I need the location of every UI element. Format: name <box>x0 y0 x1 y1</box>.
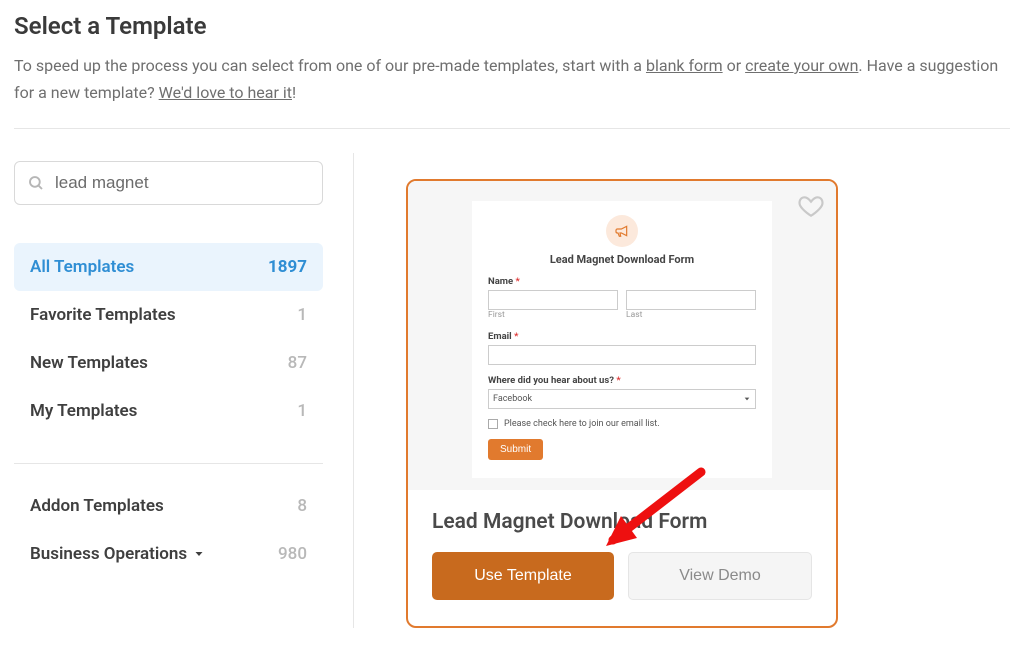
first-sublabel: First <box>488 310 618 320</box>
category-label: New Templates <box>30 353 148 373</box>
favorite-icon[interactable] <box>798 193 824 219</box>
megaphone-icon <box>606 215 638 247</box>
search-input[interactable] <box>55 173 310 193</box>
sidebar: All Templates 1897 Favorite Templates 1 … <box>14 153 354 628</box>
feedback-link[interactable]: We'd love to hear it <box>159 83 292 102</box>
preview-submit-button: Submit <box>488 439 543 460</box>
page-title: Select a Template <box>14 12 1010 40</box>
category-count: 1 <box>297 401 307 421</box>
category-all-templates[interactable]: All Templates 1897 <box>14 243 323 291</box>
intro-segment: ! <box>292 83 296 102</box>
intro-segment: To speed up the process you can select f… <box>14 56 646 75</box>
email-input <box>488 345 756 365</box>
card-body: Lead Magnet Download Form Use Template V… <box>408 490 836 626</box>
category-label: All Templates <box>30 257 134 277</box>
category-addon-templates[interactable]: Addon Templates 8 <box>14 482 323 530</box>
intro-segment: or <box>723 56 745 75</box>
category-count: 1897 <box>268 257 307 277</box>
search-field[interactable] <box>14 161 323 205</box>
chevron-down-icon <box>743 395 751 403</box>
last-name-input <box>626 290 756 310</box>
category-business-operations[interactable]: Business Operations 980 <box>14 530 323 578</box>
category-label: Business Operations <box>30 544 187 564</box>
checkbox-label: Please check here to join our email list… <box>504 419 660 429</box>
category-count: 1 <box>297 305 307 325</box>
category-favorite-templates[interactable]: Favorite Templates 1 <box>14 291 323 339</box>
preview-form-title: Lead Magnet Download Form <box>488 253 756 266</box>
more-categories: Addon Templates 8 Business Operations 98… <box>14 482 323 578</box>
form-preview: Lead Magnet Download Form Name * First L… <box>472 201 772 478</box>
select-value: Facebook <box>493 394 532 404</box>
divider <box>14 463 323 464</box>
intro-text: To speed up the process you can select f… <box>14 52 1010 106</box>
main-content: Lead Magnet Download Form Name * First L… <box>354 153 1010 628</box>
checkbox-row: Please check here to join our email list… <box>488 419 756 429</box>
category-my-templates[interactable]: My Templates 1 <box>14 387 323 435</box>
hear-select: Facebook <box>488 389 756 409</box>
category-label: My Templates <box>30 401 137 421</box>
last-sublabel: Last <box>626 310 756 320</box>
category-count: 8 <box>297 496 307 516</box>
template-name: Lead Magnet Download Form <box>432 510 812 534</box>
template-preview: Lead Magnet Download Form Name * First L… <box>408 181 836 490</box>
use-template-button[interactable]: Use Template <box>432 552 614 600</box>
chevron-down-icon <box>193 548 205 560</box>
category-count: 87 <box>288 353 307 373</box>
search-icon <box>27 174 45 192</box>
category-new-templates[interactable]: New Templates 87 <box>14 339 323 387</box>
create-own-link[interactable]: create your own <box>745 56 858 75</box>
field-label-name: Name * <box>488 276 756 287</box>
checkbox <box>488 419 498 429</box>
template-card: Lead Magnet Download Form Name * First L… <box>406 179 838 628</box>
view-demo-button[interactable]: View Demo <box>628 552 812 600</box>
field-label-hear: Where did you hear about us? * <box>488 375 756 386</box>
category-count: 980 <box>278 544 307 564</box>
category-label: Addon Templates <box>30 496 164 516</box>
field-label-email: Email * <box>488 331 756 342</box>
category-label: Favorite Templates <box>30 305 176 325</box>
divider <box>14 128 1010 129</box>
category-list: All Templates 1897 Favorite Templates 1 … <box>14 243 323 435</box>
blank-form-link[interactable]: blank form <box>646 56 723 75</box>
first-name-input <box>488 290 618 310</box>
